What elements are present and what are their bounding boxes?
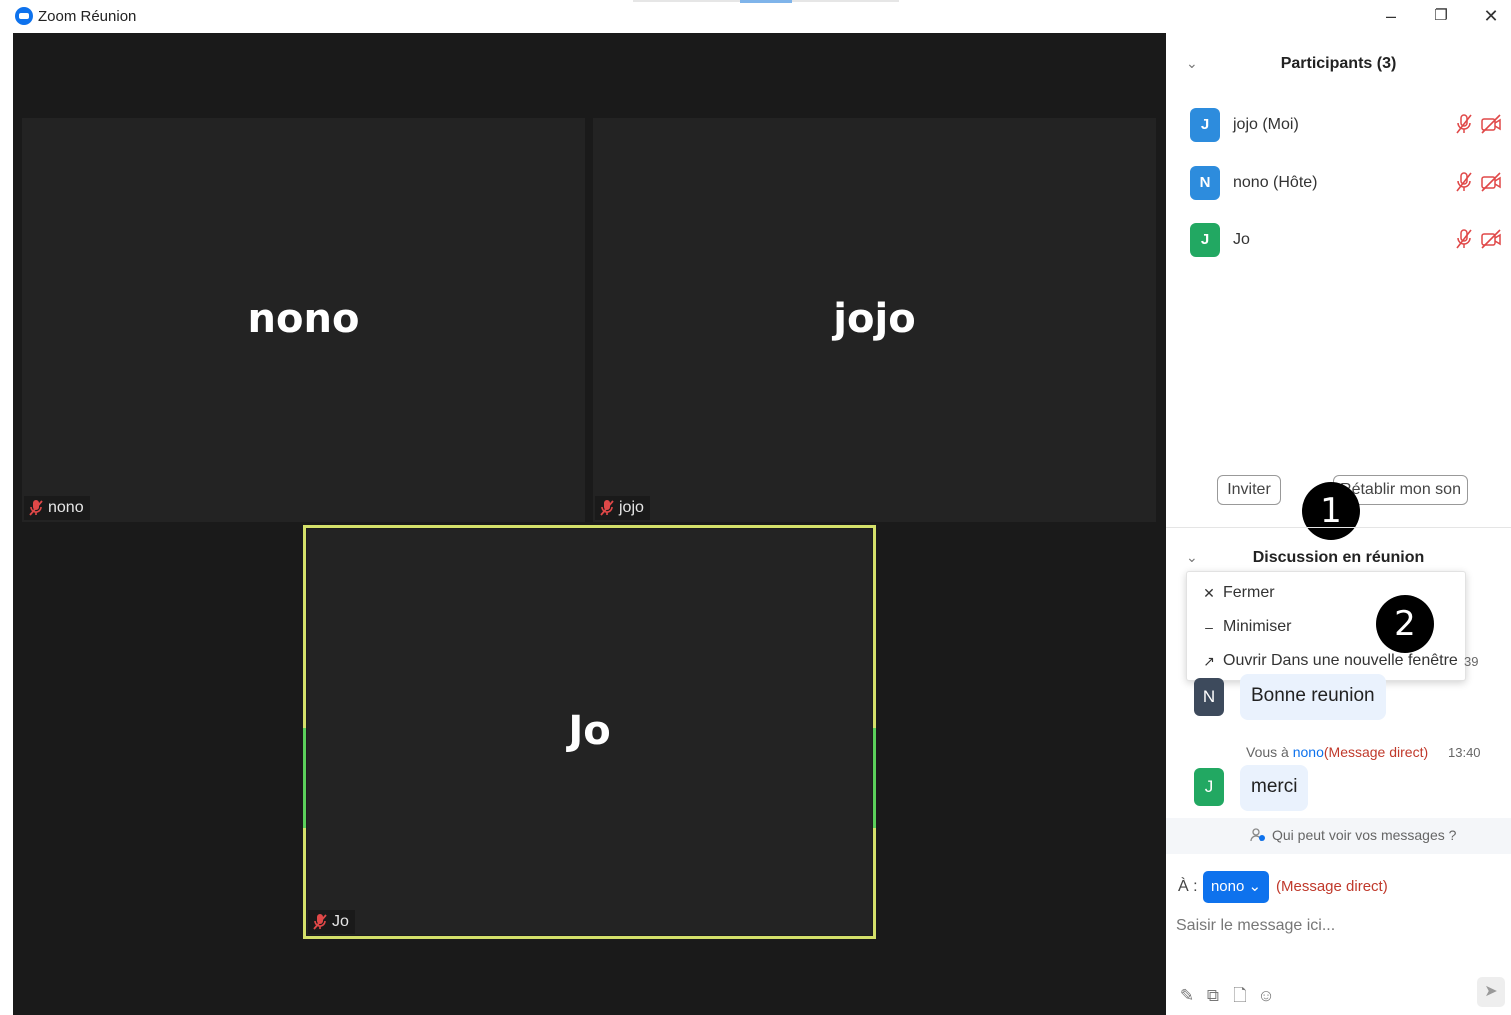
- user-visibility-icon: [1250, 828, 1265, 842]
- side-panel: ⌄ Participants (3) J jojo (Moi) N nono (…: [1166, 33, 1511, 1015]
- meta-recipient[interactable]: nono: [1293, 744, 1324, 760]
- avatar: N: [1194, 678, 1224, 716]
- menu-item-label: Fermer: [1223, 584, 1275, 601]
- recipient-label: À :: [1178, 878, 1198, 895]
- window-title: Zoom Réunion: [38, 8, 137, 25]
- tile-display-name: Jo: [568, 708, 611, 754]
- format-text-icon[interactable]: ✎: [1176, 985, 1198, 1007]
- participant-name: nono (Hôte): [1233, 174, 1318, 191]
- zoom-logo-icon: [15, 7, 33, 25]
- chat-title: Discussion en réunion: [1252, 549, 1425, 566]
- mic-muted-icon: [29, 500, 43, 516]
- meta-direct-message: (Message direct): [1323, 744, 1429, 760]
- participant-row[interactable]: J Jo: [1190, 220, 1508, 260]
- pop-out-arrow-icon: ↗: [1203, 652, 1215, 669]
- video-gallery: nono nono jojo jojo Jo Jo: [13, 33, 1166, 1015]
- view-tab-indicator[interactable]: [740, 0, 792, 3]
- tile-display-name: jojo: [833, 296, 916, 342]
- tile-label-text: nono: [48, 499, 84, 516]
- file-icon[interactable]: 🗋: [1229, 985, 1251, 1007]
- message-time-partial: 39: [1464, 654, 1479, 669]
- mic-muted-icon[interactable]: [1454, 113, 1474, 135]
- recipient-mode: (Message direct): [1276, 878, 1388, 895]
- avatar: J: [1190, 223, 1220, 257]
- close-icon: ✕: [1203, 584, 1215, 601]
- video-tile-jojo[interactable]: jojo jojo: [593, 118, 1156, 522]
- message-meta: Vous à nono(Message direct): [1246, 744, 1428, 760]
- participant-row[interactable]: N nono (Hôte): [1190, 163, 1508, 203]
- avatar: N: [1190, 166, 1220, 200]
- close-window-button[interactable]: ✕: [1471, 4, 1511, 28]
- message-time: 13:40: [1448, 745, 1481, 760]
- tile-display-name: nono: [247, 296, 360, 342]
- tile-label-text: Jo: [332, 913, 349, 930]
- video-tile-jo-active-speaker[interactable]: Jo Jo: [303, 525, 876, 939]
- send-icon[interactable]: ➤: [1477, 977, 1505, 1007]
- chat-message-bubble: merci: [1240, 765, 1309, 811]
- minimize-button[interactable]: –: [1371, 4, 1411, 28]
- avatar: J: [1190, 108, 1220, 142]
- tile-label-text: jojo: [619, 499, 644, 516]
- step-marker-1: 1: [1302, 482, 1360, 540]
- mic-muted-icon[interactable]: [1454, 228, 1474, 250]
- menu-item-minimize[interactable]: – Minimiser: [1203, 618, 1291, 636]
- menu-item-label: Ouvrir Dans une nouvelle fenêtre: [1223, 652, 1458, 669]
- participants-title: Participants (3): [1280, 55, 1397, 72]
- tile-name-label: Jo: [308, 910, 355, 934]
- visibility-text: Qui peut voir vos messages ?: [1272, 827, 1457, 843]
- video-off-icon[interactable]: [1480, 171, 1502, 193]
- menu-item-close[interactable]: ✕ Fermer: [1203, 584, 1275, 602]
- video-off-icon[interactable]: [1480, 113, 1502, 135]
- recipient-dropdown[interactable]: nono ⌄: [1203, 871, 1269, 903]
- screenshot-icon[interactable]: ⧉: [1202, 985, 1224, 1007]
- message-input[interactable]: [1176, 909, 1496, 943]
- tile-name-label: jojo: [595, 496, 650, 520]
- participants-header: ⌄ Participants (3): [1166, 47, 1511, 83]
- avatar: J: [1194, 768, 1224, 806]
- restore-button[interactable]: ❐: [1421, 4, 1461, 28]
- title-bar: Zoom Réunion – ❐ ✕: [0, 0, 1511, 33]
- mic-muted-icon: [313, 914, 327, 930]
- message-visibility-bar[interactable]: Qui peut voir vos messages ?: [1166, 818, 1511, 854]
- participant-row[interactable]: J jojo (Moi): [1190, 105, 1508, 145]
- participant-name: Jo: [1233, 231, 1250, 248]
- tile-name-label: nono: [24, 496, 90, 520]
- step-marker-2: 2: [1376, 595, 1434, 653]
- mic-muted-icon[interactable]: [1454, 171, 1474, 193]
- invite-button[interactable]: Inviter: [1217, 475, 1281, 505]
- video-off-icon[interactable]: [1480, 228, 1502, 250]
- minimize-icon: –: [1205, 619, 1213, 635]
- emoji-icon[interactable]: ☺: [1255, 985, 1277, 1007]
- panel-divider: [1166, 527, 1511, 528]
- mic-muted-icon: [600, 500, 614, 516]
- meta-prefix: Vous à: [1246, 744, 1289, 760]
- menu-item-label: Minimiser: [1223, 618, 1292, 635]
- menu-item-pop-out[interactable]: ↗ Ouvrir Dans une nouvelle fenêtre: [1203, 652, 1458, 670]
- participant-name: jojo (Moi): [1233, 116, 1299, 133]
- chat-message-bubble: Bonne reunion: [1240, 674, 1386, 720]
- video-tile-nono[interactable]: nono nono: [22, 118, 585, 522]
